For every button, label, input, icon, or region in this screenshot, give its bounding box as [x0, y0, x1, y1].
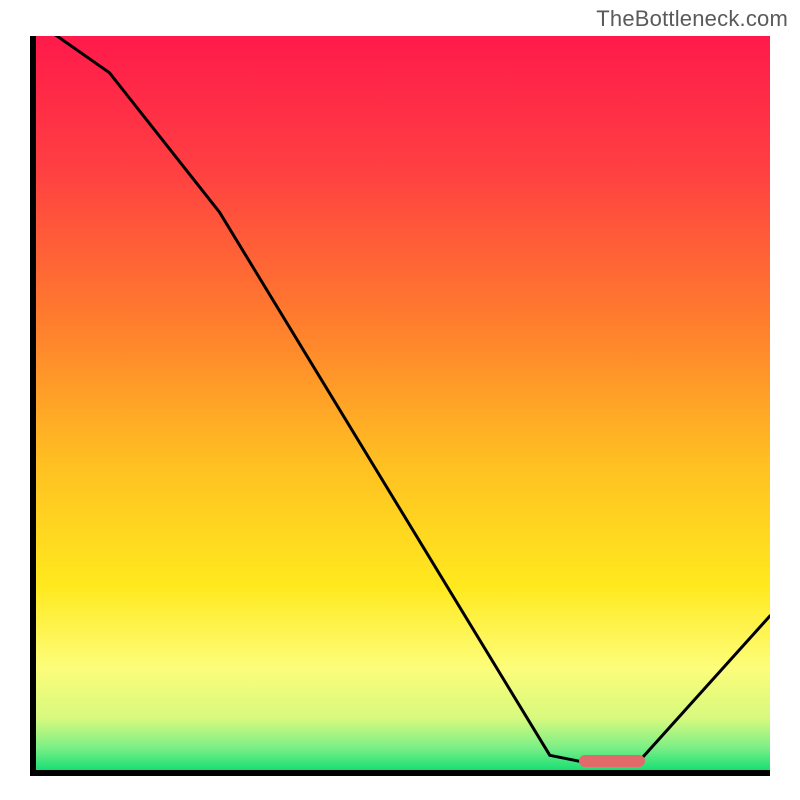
line-layer — [36, 36, 770, 770]
optimal-range-marker — [579, 755, 645, 767]
bottleneck-curve — [36, 36, 770, 763]
plot-frame — [30, 36, 770, 776]
chart-container: TheBottleneck.com — [0, 0, 800, 800]
watermark-text: TheBottleneck.com — [596, 6, 788, 32]
